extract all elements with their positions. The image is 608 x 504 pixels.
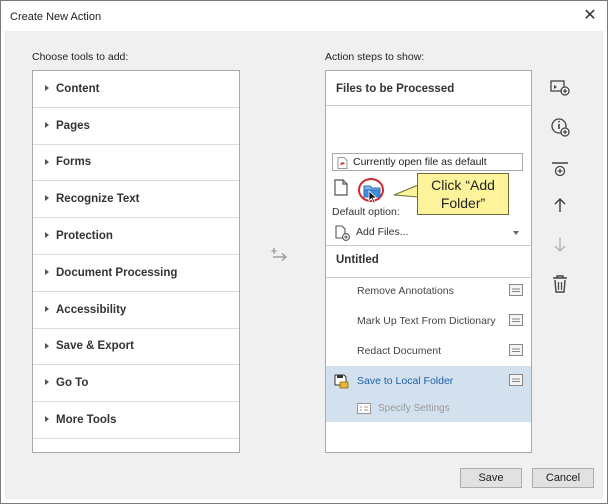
cancel-button[interactable]: Cancel [532,468,594,488]
add-file-plus-icon [335,225,350,241]
step-label: Remove Annotations [357,285,454,297]
step-options-icon[interactable] [509,374,523,386]
callout-line-1: Click “Add [431,177,495,193]
tool-group-label: Pages [56,119,90,132]
caret-right-icon [45,232,49,239]
settings-list-icon [357,403,371,414]
steps-heading: Action steps to show: [325,51,425,63]
caret-right-icon [45,195,49,202]
step-remove-annotations[interactable]: Remove Annotations [326,276,531,306]
default-option-select[interactable]: Add Files... [332,224,524,242]
callout-pointer [393,184,419,198]
mouse-cursor-icon [368,190,378,204]
add-step-icon[interactable] [548,75,572,99]
tool-group-go-to[interactable]: Go To [33,365,239,403]
files-section-title: Files to be Processed [336,83,455,95]
file-source-select[interactable]: Currently open file as default [332,153,523,171]
tool-group-label: Protection [56,230,113,243]
tool-group-accessibility[interactable]: Accessibility [33,292,239,329]
caret-right-icon [45,85,49,91]
step-options-icon[interactable] [509,344,523,356]
add-file-icon[interactable] [334,179,348,196]
dialog-body: Choose tools to add: Content Pages Forms… [5,31,603,499]
step-save-to-local-folder[interactable]: Save to Local Folder [326,366,531,396]
caret-right-icon [45,342,49,349]
step-label: Mark Up Text From Dictionary [357,315,496,327]
divider [326,245,531,246]
caret-right-icon [45,416,49,423]
pdf-file-icon [337,157,348,169]
default-option-value: Add Files... [356,226,409,238]
tool-group-label: Content [56,82,100,95]
caret-right-icon [45,379,49,386]
step-label: Redact Document [357,345,442,357]
move-down-icon[interactable] [548,233,572,257]
default-option-label: Default option: [332,206,400,218]
tool-group-label: Document Processing [56,266,178,279]
tool-group-label: Forms [56,156,92,169]
tool-group-document-processing[interactable]: Document Processing [33,255,239,292]
tool-group-forms[interactable]: Forms [33,145,239,182]
instruction-callout: Click “Add Folder” [417,173,509,215]
sub-step-label: Specify Settings [378,403,450,414]
create-action-dialog: Create New Action ✕ Choose tools to add:… [0,0,608,504]
caret-right-icon [45,121,49,128]
add-instruction-icon[interactable] [548,115,572,139]
move-up-icon[interactable] [548,193,572,217]
delete-trash-icon[interactable] [548,272,572,296]
file-source-value: Currently open file as default [353,156,487,168]
step-redact-document[interactable]: Redact Document [326,336,531,366]
tool-group-label: More Tools [56,414,117,427]
action-group-title: Untitled [336,254,379,266]
add-panel-divider-icon[interactable] [548,157,572,181]
save-button[interactable]: Save [460,468,522,488]
tools-list: Content Pages Forms Recognize Text Prote… [32,70,240,453]
close-button[interactable]: ✕ [581,7,599,25]
tool-group-content[interactable]: Content [33,71,239,108]
tool-group-label: Accessibility [56,303,127,316]
chevron-down-icon [513,231,519,235]
tool-group-recognize-text[interactable]: Recognize Text [33,181,239,219]
caret-right-icon [45,158,49,165]
caret-right-icon [45,268,49,275]
divider [326,105,531,106]
step-options-icon[interactable] [509,284,523,296]
tool-group-more-tools[interactable]: More Tools [33,402,239,439]
tool-group-label: Save & Export [56,340,134,353]
tools-heading: Choose tools to add: [32,51,129,63]
add-to-steps-icon[interactable] [269,244,289,264]
dialog-title: Create New Action [10,11,102,23]
step-sub-specify-settings[interactable]: Specify Settings [326,396,531,422]
title-bar: Create New Action ✕ [1,1,607,31]
tool-group-label: Go To [56,377,89,390]
save-to-folder-icon [334,374,349,389]
tool-group-save-export[interactable]: Save & Export [33,329,239,366]
tool-group-protection[interactable]: Protection [33,218,239,255]
caret-right-icon [45,305,49,312]
step-label: Save to Local Folder [357,375,454,387]
step-options-icon[interactable] [509,314,523,326]
step-mark-up-text[interactable]: Mark Up Text From Dictionary [326,306,531,336]
callout-line-2: Folder” [440,195,486,211]
tool-group-label: Recognize Text [56,193,140,206]
tool-group-pages[interactable]: Pages [33,108,239,145]
action-steps-panel: Files to be Processed Currently open fil… [325,70,532,453]
